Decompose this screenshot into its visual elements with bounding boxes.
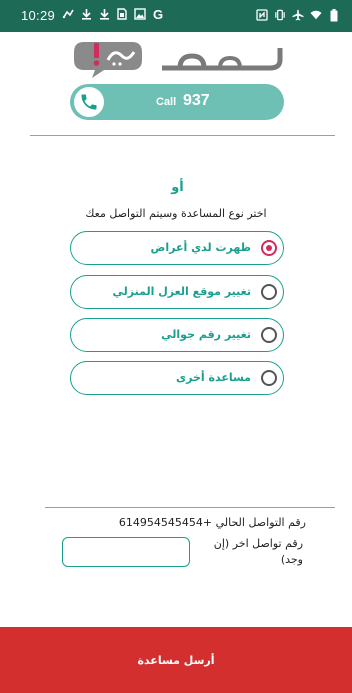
download-icon <box>80 7 92 21</box>
phone-icon[interactable] <box>72 85 106 119</box>
nfc-icon <box>256 8 268 22</box>
battery-icon <box>328 8 340 22</box>
option-change-isolation-location[interactable]: تغيير موقع العزل المنزلي <box>70 275 284 309</box>
status-left-icons: G <box>62 6 164 22</box>
option-label: ظهرت لدي أعراض <box>150 241 251 254</box>
call-number: 937 <box>183 92 210 109</box>
alt-number-input[interactable] <box>62 537 190 567</box>
bottom-divider <box>45 507 335 508</box>
radio-selected[interactable] <box>261 240 277 256</box>
call-label: Call <box>156 96 177 108</box>
status-right-icons <box>256 8 340 22</box>
current-contact-number: رقم التواصل الحالي +614954545454 <box>118 516 306 529</box>
option-label: مساعدة أخرى <box>176 371 251 384</box>
status-time: 10:29 <box>21 8 56 23</box>
option-label: تغيير موقع العزل المنزلي <box>112 285 251 298</box>
vibrate-icon <box>274 8 286 22</box>
google-icon: G <box>152 6 164 22</box>
help-type-instruction: اختر نوع المساعدة وسيتم التواصل معك <box>85 207 267 220</box>
alt-number-label: رقم تواصل اخر (إن وجد) <box>213 537 303 566</box>
radio-unselected[interactable] <box>261 370 277 386</box>
option-symptoms[interactable]: ظهرت لدي أعراض <box>70 231 284 265</box>
send-help-button[interactable]: أرسل مساعدة <box>0 627 352 693</box>
radio-unselected[interactable] <box>261 327 277 343</box>
app-logo <box>70 38 286 80</box>
airplane-icon <box>292 8 304 22</box>
wifi-icon <box>310 8 322 22</box>
option-change-mobile-number[interactable]: تغيير رقم جوالي <box>70 318 284 352</box>
download-icon <box>98 7 110 21</box>
status-bar: 10:29 G <box>0 0 352 32</box>
image-icon <box>134 7 146 21</box>
signal-icon <box>62 7 74 21</box>
top-divider <box>30 135 335 136</box>
or-label: أو <box>171 180 184 195</box>
option-label: تغيير رقم جوالي <box>161 328 251 341</box>
radio-unselected[interactable] <box>261 284 277 300</box>
option-other-help[interactable]: مساعدة أخرى <box>70 361 284 395</box>
sim-icon <box>116 7 128 21</box>
